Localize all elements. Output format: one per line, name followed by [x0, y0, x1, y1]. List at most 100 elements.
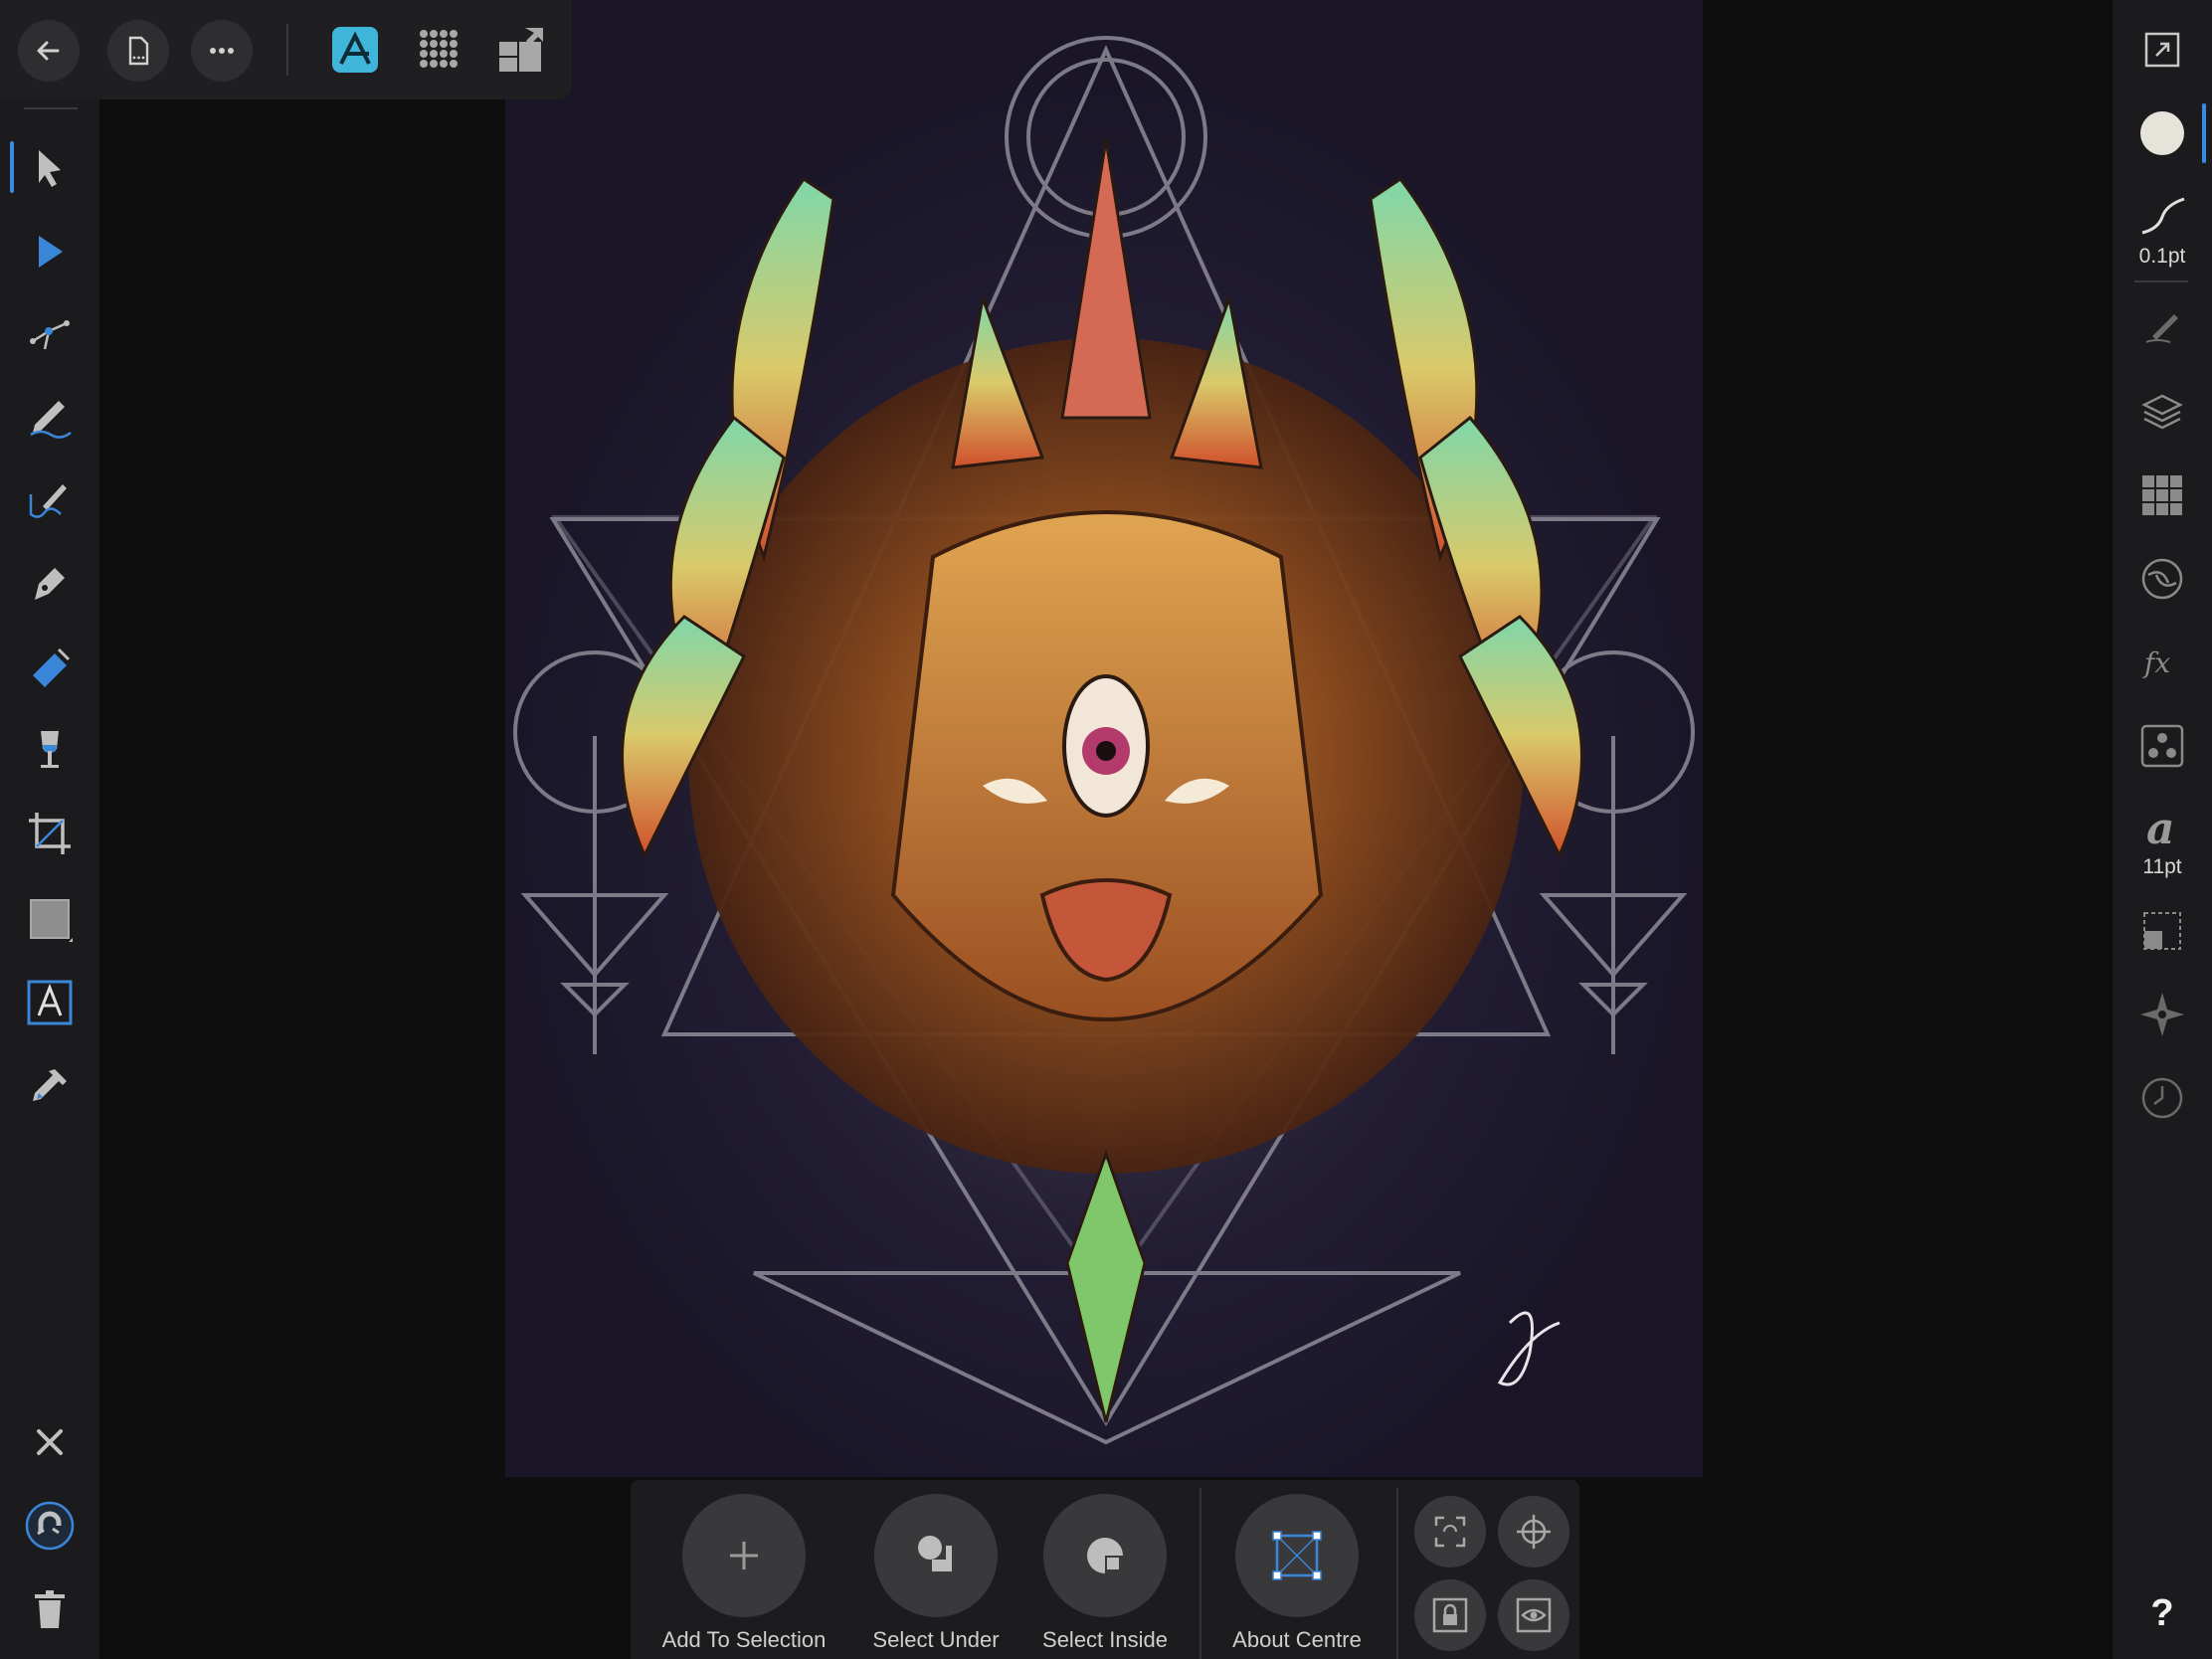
context-divider	[1396, 1488, 1398, 1659]
help-label: ?	[2150, 1591, 2174, 1634]
text-tool-icon	[27, 980, 73, 1025]
toolbar-divider	[286, 24, 288, 76]
navigator-icon	[2140, 993, 2184, 1036]
color-picker-tool[interactable]	[14, 1050, 86, 1122]
crosshair-button[interactable]	[1498, 1496, 1569, 1567]
add-to-selection-button[interactable]: Add To Selection	[654, 1494, 833, 1659]
select-inside-icon	[1087, 1538, 1123, 1573]
transform-icon	[2143, 912, 2181, 950]
vector-brush-tool[interactable]	[14, 463, 86, 535]
about-centre-icon	[1272, 1531, 1322, 1580]
more-button[interactable]	[191, 20, 253, 82]
brushes-icon	[2145, 314, 2178, 343]
select-inside-button[interactable]: Select Inside	[1015, 1494, 1195, 1659]
transform-panel-button[interactable]	[2130, 899, 2194, 963]
layers-panel-button[interactable]	[2130, 380, 2194, 444]
close-button[interactable]	[14, 1406, 86, 1478]
pencil-tool[interactable]	[14, 380, 86, 452]
fx-icon: fx	[2142, 646, 2170, 679]
fill-color-swatch[interactable]	[2130, 101, 2194, 165]
color-picker-tool-icon	[33, 1069, 67, 1101]
transparency-tool[interactable]	[14, 714, 86, 786]
stroke-width-button[interactable]	[2130, 185, 2194, 249]
navigator-panel-button[interactable]	[2130, 983, 2194, 1046]
move-tool[interactable]	[10, 131, 86, 203]
node-tool-icon	[39, 236, 63, 268]
document-icon	[128, 36, 149, 66]
export-persona-button[interactable]	[489, 18, 553, 82]
toolbar-divider	[2134, 280, 2188, 282]
canvas-artwork[interactable]	[505, 0, 1703, 1477]
close-icon	[37, 1429, 63, 1455]
transparency-tool-icon	[41, 731, 59, 768]
text-style-panel-button[interactable]: a	[2130, 796, 2194, 859]
add-to-selection-label: Add To Selection	[661, 1627, 827, 1652]
pen-tool[interactable]	[14, 547, 86, 619]
font-size-label: 11pt	[2142, 855, 2182, 878]
styles-panel-button[interactable]	[2130, 714, 2194, 778]
fx-panel-button[interactable]: fx	[2130, 631, 2194, 694]
text-tool[interactable]	[14, 967, 86, 1038]
lock-button[interactable]	[1414, 1579, 1486, 1651]
pencil-tool-icon	[30, 401, 72, 439]
stroke-icon	[2141, 197, 2185, 235]
color-panel-button[interactable]	[2130, 547, 2194, 611]
select-under-button[interactable]: Select Under	[846, 1494, 1025, 1659]
styles-icon	[2140, 724, 2184, 768]
lion-artwork	[505, 0, 1703, 1477]
crop-tool[interactable]	[14, 798, 86, 869]
brushes-panel-button[interactable]	[2130, 294, 2194, 358]
node-tool[interactable]	[14, 215, 86, 286]
corner-tool[interactable]	[14, 296, 86, 368]
about-centre-button[interactable]: About Centre	[1207, 1494, 1386, 1659]
layers-icon	[2141, 394, 2183, 430]
history-icon	[2141, 1077, 2183, 1119]
pixel-persona-icon	[420, 30, 458, 68]
rectangle-tool-icon	[30, 899, 73, 942]
fill-tool[interactable]	[14, 631, 86, 702]
designer-persona-icon	[332, 27, 378, 73]
color-icon	[2141, 558, 2183, 600]
history-panel-button[interactable]	[2130, 1066, 2194, 1130]
select-under-icon	[918, 1536, 952, 1571]
help-button[interactable]: ?	[2130, 1581, 2194, 1645]
select-inside-label: Select Inside	[1042, 1627, 1168, 1652]
swatches-panel-button[interactable]	[2130, 463, 2194, 527]
about-centre-circle	[1235, 1494, 1359, 1617]
snapping-icon	[25, 1501, 75, 1551]
crop-tool-icon	[29, 813, 71, 854]
rectangle-tool[interactable]	[14, 883, 86, 955]
add-to-selection-circle	[682, 1494, 806, 1617]
right-toolbar: 0.1pt fx a 11pt ?	[2113, 0, 2212, 1659]
select-under-label: Select Under	[872, 1627, 1000, 1652]
left-toolbar	[0, 0, 99, 1659]
visibility-button[interactable]	[1498, 1579, 1569, 1651]
corner-tool-icon	[30, 320, 70, 350]
transform-origin-button[interactable]	[1414, 1496, 1486, 1567]
context-divider	[1199, 1488, 1201, 1659]
document-button[interactable]	[107, 20, 169, 82]
more-icon	[210, 48, 234, 54]
snapping-button[interactable]	[14, 1490, 86, 1562]
fullscreen-button[interactable]	[2130, 18, 2194, 82]
fill-tool-icon	[33, 647, 71, 687]
crosshair-icon	[1517, 1515, 1551, 1549]
swatches-icon	[2142, 475, 2182, 515]
transform-origin-icon	[1434, 1516, 1466, 1548]
top-toolbar	[0, 0, 572, 99]
active-indicator	[2202, 103, 2206, 163]
export-persona-icon	[499, 28, 543, 72]
vector-brush-tool-icon	[29, 484, 67, 518]
back-arrow-icon	[37, 41, 60, 61]
designer-persona-button[interactable]	[323, 18, 387, 82]
context-toolbar: Add To Selection Select Under Select Ins…	[631, 1480, 1579, 1659]
visibility-icon	[1516, 1597, 1552, 1633]
delete-button[interactable]	[14, 1573, 86, 1645]
svg-text:a: a	[2146, 804, 2175, 851]
fullscreen-icon	[2144, 32, 2180, 68]
plus-icon	[730, 1542, 758, 1569]
move-tool-icon	[39, 150, 61, 187]
pixel-persona-button[interactable]	[408, 18, 471, 82]
app-window: 0.1pt fx a 11pt ? Add To Selection Selec…	[0, 0, 2212, 1659]
back-button[interactable]	[18, 20, 80, 82]
